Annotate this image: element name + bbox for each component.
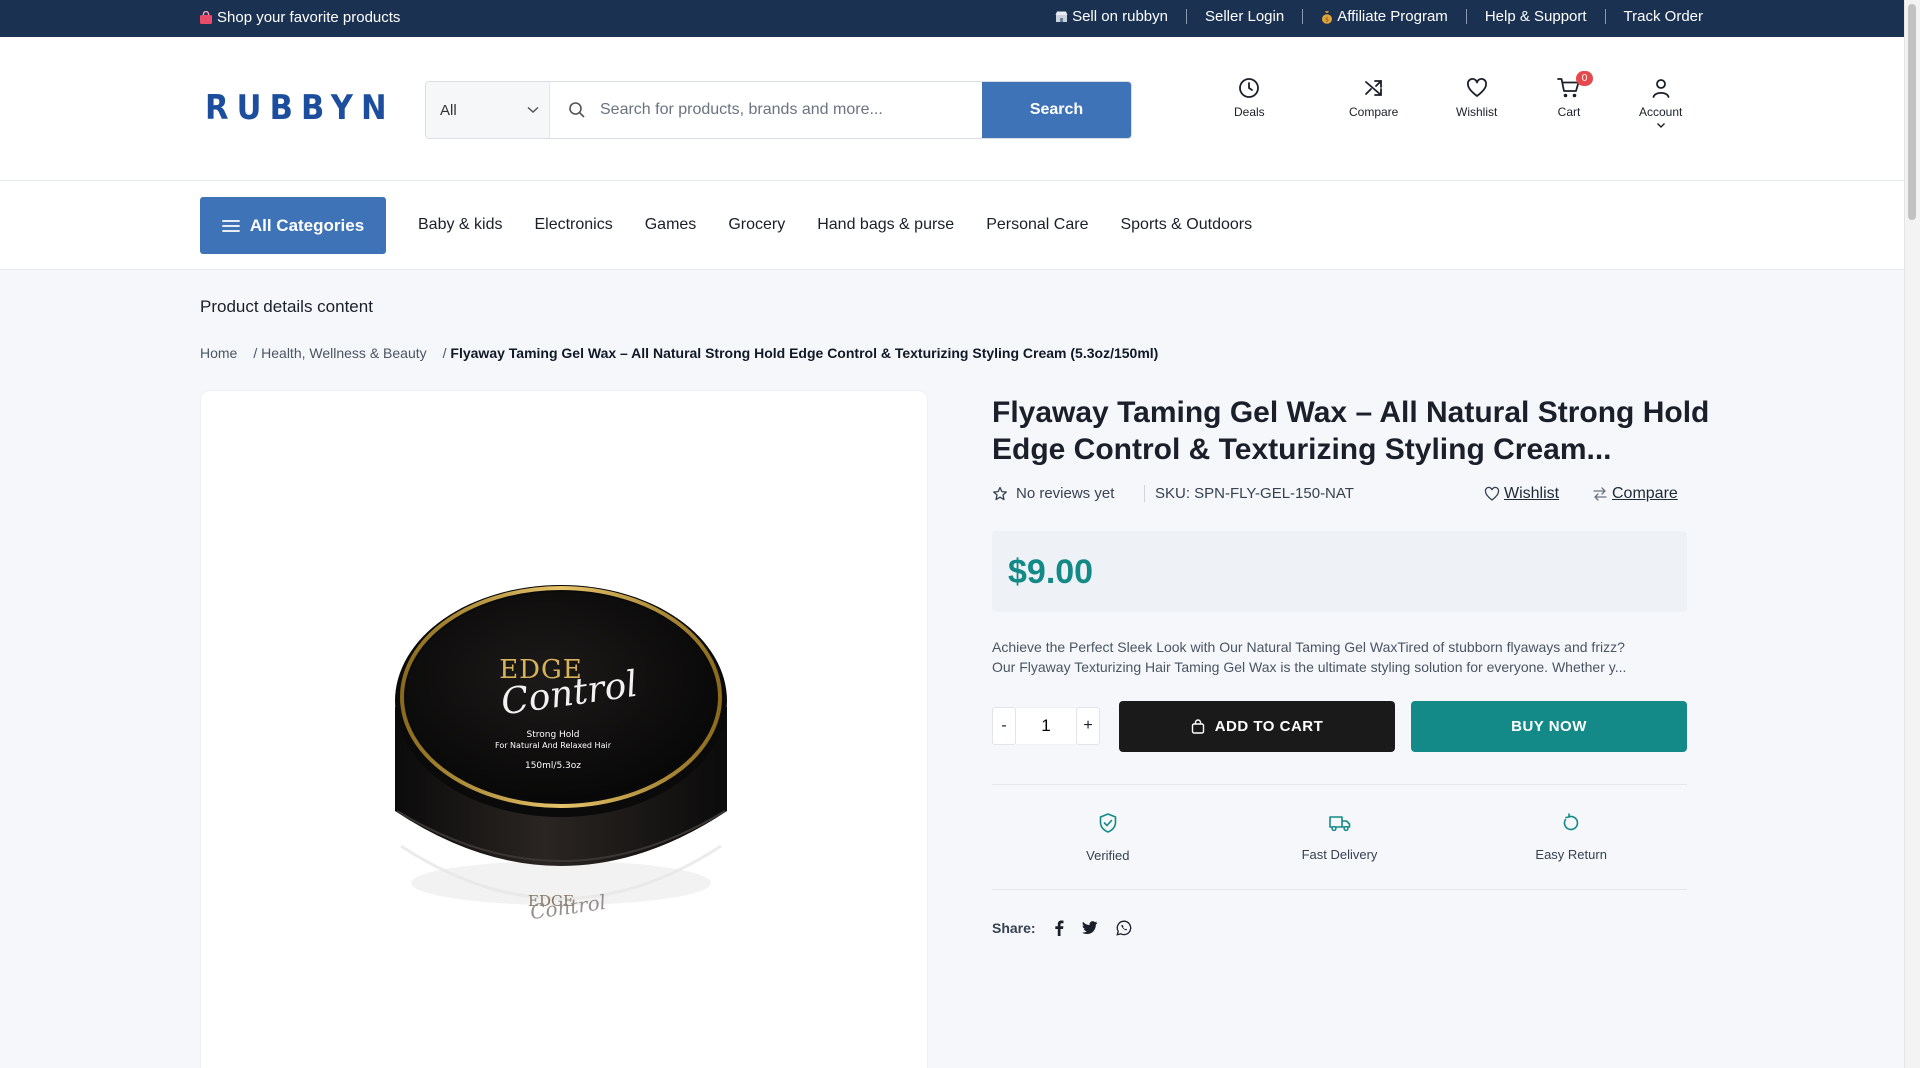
heart-icon	[1466, 77, 1488, 99]
product-meta: No reviews yet SKU: SPN-FLY-GEL-150-NAT …	[992, 485, 1687, 505]
add-to-cart-button[interactable]: ADD TO CART	[1119, 701, 1395, 752]
nav-link-games[interactable]: Games	[645, 216, 697, 234]
whatsapp-icon[interactable]	[1115, 920, 1132, 936]
nav-links: Baby & kids Electronics Games Grocery Ha…	[418, 216, 1252, 234]
svg-text:$: $	[1325, 16, 1329, 23]
price-box: $9.00	[992, 531, 1687, 612]
search-input[interactable]	[600, 101, 982, 119]
wishlist-button[interactable]: Wishlist	[1456, 77, 1497, 119]
breadcrumb-category[interactable]: Health, Wellness & Beauty	[261, 345, 427, 361]
track-order-link[interactable]: Track Order	[1606, 9, 1703, 24]
store-icon	[1055, 10, 1068, 23]
search-icon	[568, 101, 586, 119]
logo[interactable]: RUBBYN	[205, 88, 395, 128]
qty-increase-button[interactable]: +	[1076, 707, 1100, 745]
clock-icon	[1238, 77, 1260, 99]
category-select[interactable]: All	[426, 82, 550, 138]
arrows-swap-icon	[1592, 486, 1608, 502]
chevron-down-icon	[527, 106, 539, 114]
feature-fast-delivery: Fast Delivery	[1224, 785, 1456, 889]
cart-count-badge: 0	[1576, 71, 1593, 86]
truck-icon	[1328, 813, 1352, 833]
cart-icon: 0	[1557, 71, 1593, 99]
breadcrumb: Home / Health, Wellness & Beauty / Flyaw…	[200, 345, 1159, 361]
share-row: Share:	[992, 920, 1132, 936]
product-image-panel: EDGE Control Strong Hold For Natural And…	[200, 390, 928, 1068]
shopping-bag-icon	[199, 10, 213, 25]
twitter-icon[interactable]	[1081, 921, 1098, 935]
product-image[interactable]: EDGE Control Strong Hold For Natural And…	[201, 391, 929, 1068]
cart-button[interactable]: 0 Cart	[1557, 71, 1593, 119]
chevron-down-icon	[1656, 122, 1666, 129]
header: RUBBYN All Search Deals Compare	[0, 37, 1904, 181]
menu-icon	[221, 219, 240, 233]
nav-link-personal-care[interactable]: Personal Care	[986, 216, 1088, 234]
qty-input[interactable]	[1016, 707, 1076, 745]
breadcrumb-current: Flyaway Taming Gel Wax – All Natural Str…	[450, 345, 1159, 361]
facebook-icon[interactable]	[1054, 920, 1064, 936]
user-icon	[1650, 77, 1672, 99]
deals-button[interactable]: Deals	[1234, 77, 1265, 119]
money-bag-icon: $	[1321, 10, 1333, 24]
quantity-stepper: - +	[992, 707, 1100, 745]
nav-link-sports-outdoors[interactable]: Sports & Outdoors	[1120, 216, 1252, 234]
search-button[interactable]: Search	[982, 82, 1131, 138]
category-nav: All Categories Baby & kids Electronics G…	[0, 181, 1904, 270]
product-price: $9.00	[1008, 553, 1094, 591]
sell-on-rubbyn-link[interactable]: Sell on rubbyn	[1037, 9, 1187, 24]
rotate-icon	[1561, 812, 1581, 833]
page-title: Product details content	[200, 297, 373, 316]
qty-decrease-button[interactable]: -	[992, 707, 1016, 745]
affiliate-program-link[interactable]: $ Affiliate Program	[1303, 9, 1467, 24]
nav-link-electronics[interactable]: Electronics	[534, 216, 612, 234]
account-button[interactable]: Account	[1639, 77, 1682, 129]
reviews[interactable]: No reviews yet	[992, 485, 1114, 502]
product-title: Flyaway Taming Gel Wax – All Natural Str…	[992, 396, 1710, 466]
product-description: Achieve the Perfect Sleek Look with Our …	[992, 639, 1627, 675]
image-hold-text: Strong Hold	[526, 730, 579, 740]
top-bar: Shop your favorite products Sell on rubb…	[0, 0, 1904, 37]
compare-button[interactable]: Compare	[1349, 77, 1398, 119]
feature-easy-return: Easy Return	[1455, 785, 1687, 889]
product-sku: SKU: SPN-FLY-GEL-150-NAT	[1144, 485, 1354, 502]
breadcrumb-home[interactable]: Home	[200, 345, 237, 361]
promo-text: Shop your favorite products	[199, 9, 400, 26]
lock-bag-icon	[1191, 719, 1205, 734]
top-links: Sell on rubbyn Seller Login $ Affiliate …	[1037, 9, 1703, 24]
add-to-wishlist-link[interactable]: Wishlist	[1484, 485, 1559, 503]
nav-link-baby-kids[interactable]: Baby & kids	[418, 216, 502, 234]
seller-login-link[interactable]: Seller Login	[1187, 9, 1304, 24]
add-to-compare-link[interactable]: Compare	[1592, 485, 1678, 503]
help-support-link[interactable]: Help & Support	[1467, 9, 1606, 24]
share-label: Share:	[992, 920, 1036, 936]
search-bar: All Search	[425, 81, 1132, 139]
nav-link-grocery[interactable]: Grocery	[728, 216, 785, 234]
star-icon	[992, 486, 1008, 502]
heart-icon	[1484, 486, 1500, 502]
buy-now-button[interactable]: BUY NOW	[1411, 701, 1687, 752]
shield-check-icon	[1097, 812, 1119, 834]
scrollbar-thumb[interactable]	[1908, 4, 1916, 220]
nav-link-handbags[interactable]: Hand bags & purse	[817, 216, 954, 234]
feature-verified: Verified	[992, 785, 1224, 889]
shuffle-icon	[1363, 77, 1385, 99]
feature-strip: Verified Fast Delivery Easy Return	[992, 784, 1687, 890]
search-field	[550, 82, 982, 138]
all-categories-button[interactable]: All Categories	[200, 197, 386, 254]
image-for-text: For Natural And Relaxed Hair	[495, 741, 612, 750]
image-size-text: 150ml/5.3oz	[525, 761, 581, 771]
